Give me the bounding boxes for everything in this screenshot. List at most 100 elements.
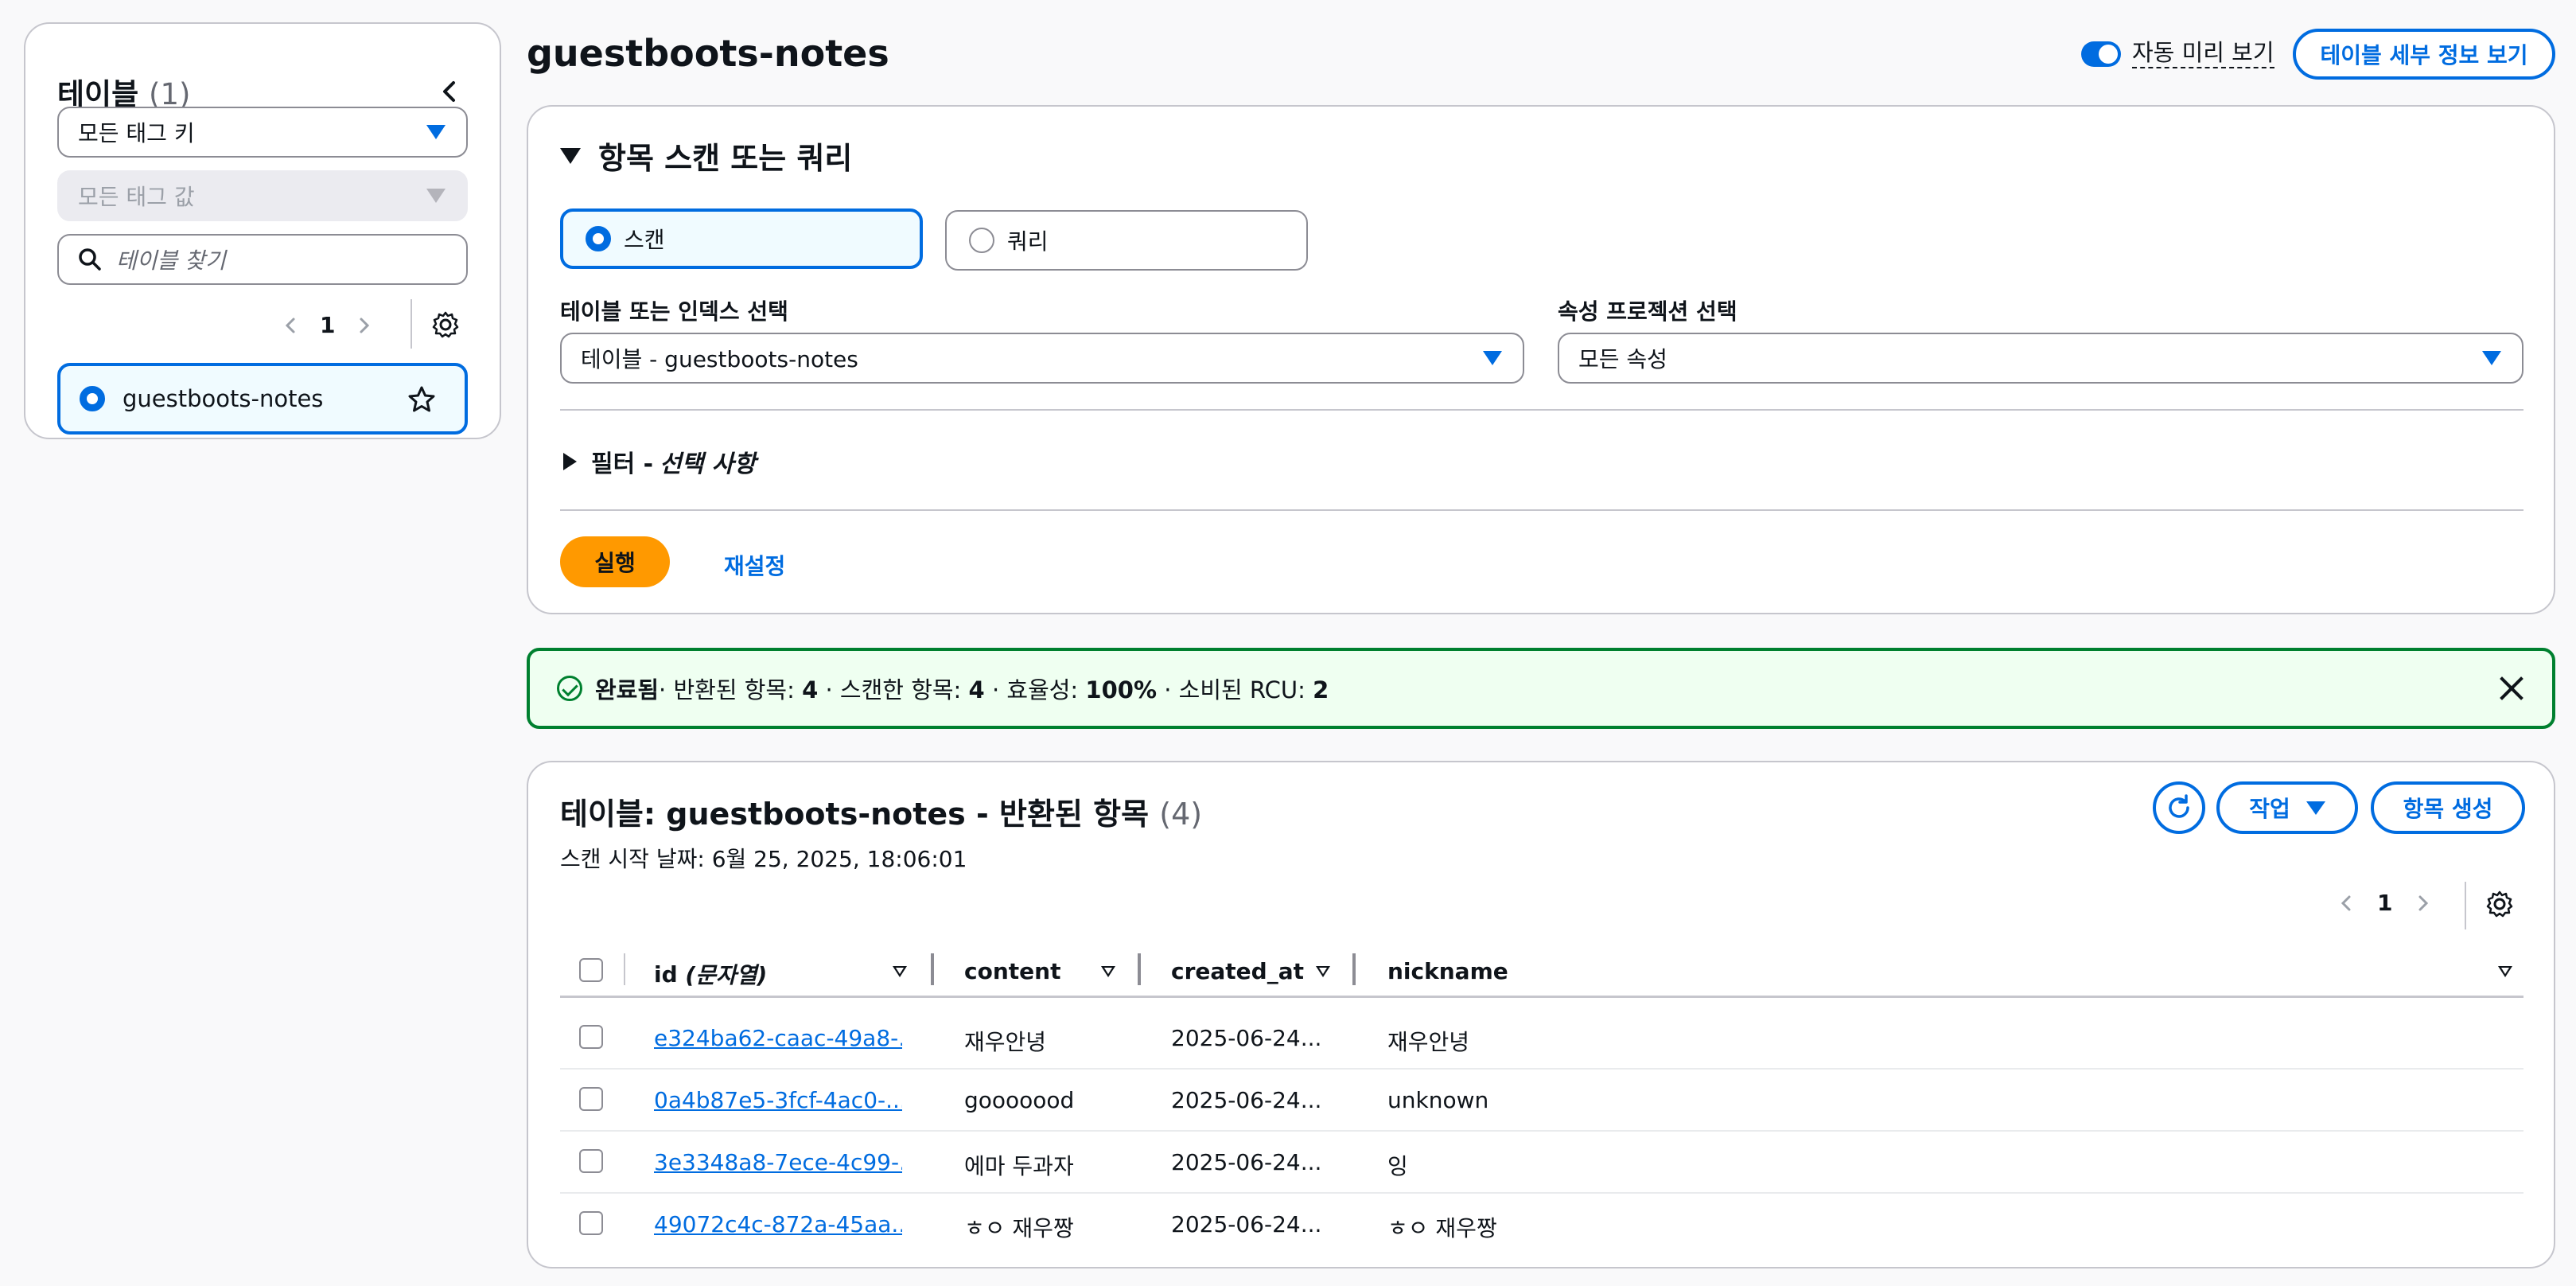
chevron-right-icon[interactable] — [2411, 891, 2435, 915]
table-row: 3e3348a8-7ece-4c99-... 에마 두과자 2025-06-24… — [560, 1132, 2523, 1194]
scan-mode-option[interactable]: 스캔 — [560, 208, 923, 269]
divider — [411, 299, 412, 349]
column-resizer[interactable] — [1352, 953, 1356, 985]
radio-selected-icon[interactable] — [586, 226, 611, 251]
radio-unselected-icon[interactable] — [969, 228, 994, 253]
close-icon[interactable] — [2495, 672, 2528, 705]
column-header-nickname[interactable]: nickname — [1387, 958, 1508, 984]
column-divider — [624, 953, 625, 985]
projection-select-label: 속성 프로젝션 선택 — [1558, 298, 1737, 325]
cell-content: 에마 두과자 — [964, 1153, 1074, 1179]
caret-right-icon — [563, 453, 577, 470]
column-header-id[interactable]: id (문자열) — [654, 958, 767, 990]
caret-down-icon — [426, 125, 446, 139]
star-icon[interactable] — [407, 385, 436, 414]
sort-icon[interactable] — [2498, 966, 2512, 977]
sidebar-pagination: 1 — [278, 312, 376, 338]
radio-selected-icon[interactable] — [80, 386, 105, 411]
table-row: 0a4b87e5-3fcf-4ac0-... gooooood 2025-06-… — [560, 1070, 2523, 1132]
tag-key-select[interactable]: 모든 태그 키 — [57, 107, 468, 158]
auto-preview-label[interactable]: 자동 미리 보기 — [2132, 38, 2274, 68]
scan-start-time: 스캔 시작 날짜: 6월 25, 2025, 18:06:01 — [560, 846, 967, 872]
caret-down-icon — [560, 147, 581, 164]
check-circle-icon — [557, 676, 582, 701]
view-table-details-button[interactable]: 테이블 세부 정보 보기 — [2293, 29, 2555, 80]
column-header-content[interactable]: content — [964, 958, 1060, 984]
sort-icon[interactable] — [1101, 966, 1115, 977]
tag-value-select: 모든 태그 값 — [57, 170, 468, 221]
scan-section-title: 항목 스캔 또는 쿼리 — [598, 141, 853, 176]
gear-icon[interactable] — [2485, 890, 2514, 918]
alert-message: 완료됨· 반환된 항목: 4 · 스캔한 항목: 4 · 효율성: 100% ·… — [595, 676, 1329, 703]
tables-sidebar: 테이블 (1) 모든 태그 키 모든 태그 값 테이블 찾기 1 guestbo… — [24, 22, 501, 439]
sidebar-item-guestboots-notes[interactable]: guestboots-notes — [57, 363, 468, 435]
run-button[interactable]: 실행 — [560, 536, 670, 587]
divider — [2465, 882, 2466, 929]
item-id-link[interactable]: 49072c4c-872a-45aa... — [654, 1211, 902, 1237]
chevron-left-icon[interactable] — [431, 73, 468, 110]
item-id-link[interactable]: e324ba62-caac-49a8-... — [654, 1025, 902, 1051]
column-resizer[interactable] — [931, 953, 934, 985]
page-number[interactable]: 1 — [2377, 890, 2392, 916]
chevron-left-icon[interactable] — [2334, 891, 2358, 915]
scan-section-header[interactable]: 항목 스캔 또는 쿼리 — [560, 134, 852, 177]
refresh-button[interactable] — [2153, 781, 2205, 834]
auto-preview-toggle[interactable] — [2081, 41, 2121, 67]
column-header-created-at[interactable]: created_at — [1171, 958, 1304, 984]
sort-icon[interactable] — [1316, 966, 1330, 977]
page-title: guestboots-notes — [527, 32, 889, 75]
filter-title: 필터 - — [591, 450, 654, 478]
cell-nickname: 재우안녕 — [1387, 1029, 1470, 1055]
cell-content: 재우안녕 — [964, 1029, 1047, 1055]
caret-down-icon — [2306, 801, 2325, 815]
query-mode-option[interactable]: 쿼리 — [945, 210, 1308, 271]
scan-query-panel: 항목 스캔 또는 쿼리 스캔 쿼리 테이블 또는 인덱스 선택 테이블 - gu… — [527, 105, 2555, 614]
cell-nickname: unknown — [1387, 1087, 1489, 1113]
caret-down-icon — [426, 189, 446, 203]
cell-content: ㅎㅇ 재우짱 — [964, 1215, 1074, 1241]
table-row: e324ba62-caac-49a8-... 재우안녕 2025-06-24..… — [560, 1007, 2523, 1070]
table-search-input[interactable]: 테이블 찾기 — [57, 234, 468, 285]
refresh-icon — [2169, 794, 2189, 818]
reset-button[interactable]: 재설정 — [724, 549, 785, 581]
table-header: id (문자열) content created_at nickname — [560, 945, 2523, 998]
projection-select[interactable]: 모든 속성 — [1558, 333, 2523, 384]
item-id-link[interactable]: 3e3348a8-7ece-4c99-... — [654, 1149, 902, 1175]
sort-icon[interactable] — [893, 966, 907, 977]
select-all-checkbox[interactable] — [579, 958, 603, 982]
cell-created-at: 2025-06-24... — [1171, 1087, 1322, 1113]
query-mode-label: 쿼리 — [1007, 228, 1049, 255]
caret-down-icon — [2482, 351, 2501, 365]
cell-created-at: 2025-06-24... — [1171, 1025, 1322, 1051]
divider — [560, 409, 2523, 411]
cell-created-at: 2025-06-24... — [1171, 1211, 1322, 1237]
row-checkbox[interactable] — [579, 1087, 603, 1111]
results-panel: 테이블: guestboots-notes - 반환된 항목 (4) 스캔 시작… — [527, 761, 2555, 1268]
results-title: 테이블: guestboots-notes - 반환된 항목 (4) — [560, 797, 1203, 832]
search-icon — [79, 248, 101, 271]
filter-expander[interactable]: 필터 - 선택 사항 — [563, 444, 756, 479]
row-checkbox[interactable] — [579, 1211, 603, 1235]
cell-nickname: 잉 — [1387, 1153, 1408, 1179]
sidebar-item-label: guestboots-notes — [123, 385, 324, 412]
row-checkbox[interactable] — [579, 1025, 603, 1049]
actions-button[interactable]: 작업 — [2216, 781, 2358, 834]
row-checkbox[interactable] — [579, 1149, 603, 1173]
gear-icon[interactable] — [431, 310, 460, 339]
caret-down-icon — [1483, 351, 1502, 365]
results-pagination: 1 — [2334, 890, 2435, 916]
chevron-left-icon[interactable] — [278, 314, 302, 337]
divider — [560, 509, 2523, 511]
chevron-right-icon[interactable] — [352, 314, 376, 337]
page-number[interactable]: 1 — [320, 312, 335, 338]
column-resizer[interactable] — [1138, 953, 1141, 985]
cell-created-at: 2025-06-24... — [1171, 1149, 1322, 1175]
table-row: 49072c4c-872a-45aa... ㅎㅇ 재우짱 2025-06-24.… — [560, 1194, 2523, 1256]
table-index-select[interactable]: 테이블 - guestboots-notes — [560, 333, 1524, 384]
cell-nickname: ㅎㅇ 재우짱 — [1387, 1215, 1497, 1241]
item-id-link[interactable]: 0a4b87e5-3fcf-4ac0-... — [654, 1087, 902, 1113]
cell-content: gooooood — [964, 1087, 1075, 1113]
create-item-button[interactable]: 항목 생성 — [2371, 781, 2525, 834]
filter-optional: 선택 사항 — [660, 450, 756, 478]
table-select-label: 테이블 또는 인덱스 선택 — [560, 298, 788, 325]
